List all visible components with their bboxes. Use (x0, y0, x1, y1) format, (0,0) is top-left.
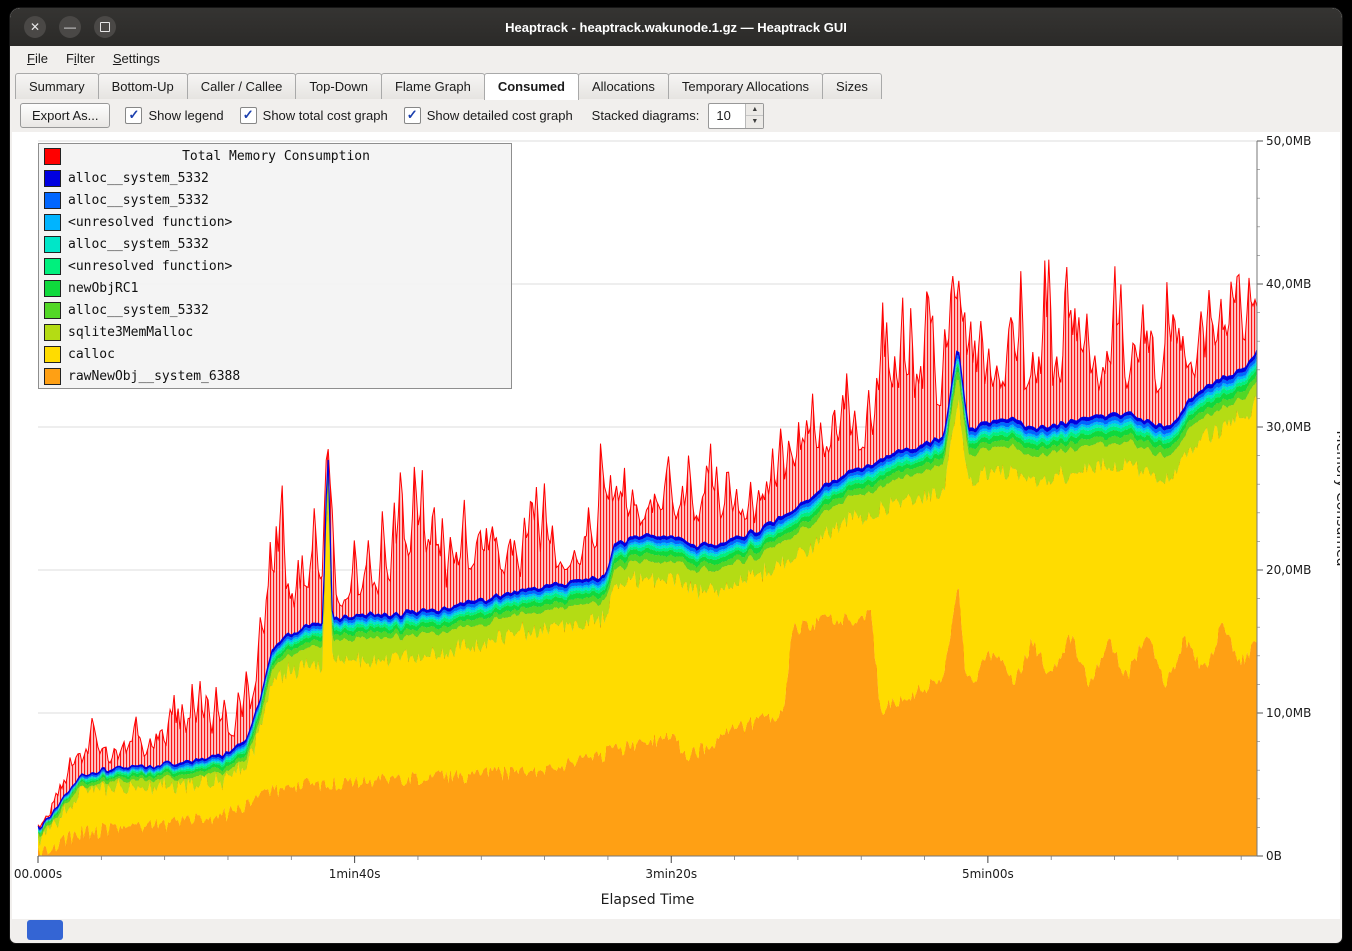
checkbox-indicator[interactable]: ✓ (404, 107, 421, 124)
legend-item: newObjRC1 (41, 277, 509, 299)
titlebar[interactable]: ✕ — Heaptrack - heaptrack.wakunode.1.gz … (10, 8, 1342, 46)
legend-item: rawNewObj__system_6388 (41, 365, 509, 387)
legend-swatch (44, 258, 61, 275)
window-title: Heaptrack - heaptrack.wakunode.1.gz — He… (10, 20, 1342, 35)
spinbox-value[interactable]: 10 (709, 104, 745, 128)
legend-item: alloc__system_5332 (41, 189, 509, 211)
spinbox-up-button[interactable]: ▲ (746, 104, 763, 117)
tab-allocations[interactable]: Allocations (578, 73, 669, 99)
x-tick-label: 5min00s (962, 867, 1014, 881)
legend-swatch (44, 346, 61, 363)
legend-total-swatch (44, 148, 61, 165)
minimize-icon: — (64, 20, 76, 34)
checkbox-label: Show total cost graph (263, 108, 388, 123)
close-button[interactable]: ✕ (24, 16, 46, 38)
minimize-button[interactable]: — (59, 16, 81, 38)
menubar: FileFilterSettings (12, 46, 1340, 71)
spinbox-buttons: ▲ ▼ (745, 104, 763, 128)
horizontal-scrollbar-handle[interactable] (27, 920, 63, 940)
y-tick-label: 20,0MB (1266, 563, 1311, 577)
app-window: ✕ — Heaptrack - heaptrack.wakunode.1.gz … (10, 8, 1342, 943)
legend-item: <unresolved function> (41, 211, 509, 233)
checkbox-group: ✓ Show legend ✓ Show total cost graph ✓ Show … (125, 107, 572, 124)
legend-title-row: Total Memory Consumption (41, 145, 509, 167)
tab-summary[interactable]: Summary (15, 73, 99, 99)
x-tick-label: 00.000s (14, 867, 62, 881)
menu-file[interactable]: File (18, 48, 57, 69)
legend-swatch (44, 170, 61, 187)
stacked-diagrams-spinbox[interactable]: 10 ▲ ▼ (708, 103, 764, 129)
legend-label: <unresolved function> (68, 259, 232, 274)
legend-swatch (44, 192, 61, 209)
legend-swatch (44, 236, 61, 253)
legend-label: rawNewObj__system_6388 (68, 369, 240, 384)
x-tick-label: 3min20s (645, 867, 697, 881)
menu-filter[interactable]: Filter (57, 48, 104, 69)
legend-label: newObjRC1 (68, 281, 138, 296)
legend-item: calloc (41, 343, 509, 365)
legend-swatch (44, 280, 61, 297)
legend-swatch (44, 368, 61, 385)
chart-legend: Total Memory Consumption alloc__system_5… (38, 143, 512, 389)
legend-label: sqlite3MemMalloc (68, 325, 193, 340)
close-icon: ✕ (30, 20, 40, 34)
tab-temporary-allocations[interactable]: Temporary Allocations (668, 73, 823, 99)
tab-flame-graph[interactable]: Flame Graph (381, 73, 485, 99)
legend-label: alloc__system_5332 (68, 237, 209, 252)
chart-panel[interactable]: 0B 10,0MB 20,0MB 30,0MB 40,0MB 50,0MB 00.000s 1… (12, 132, 1340, 919)
tab-sizes[interactable]: Sizes (822, 73, 882, 99)
legend-swatch (44, 302, 61, 319)
checkbox-label: Show detailed cost graph (427, 108, 573, 123)
legend-title: Total Memory Consumption (68, 149, 484, 164)
legend-label: alloc__system_5332 (68, 193, 209, 208)
menu-settings[interactable]: Settings (104, 48, 169, 69)
legend-label: alloc__system_5332 (68, 303, 209, 318)
legend-swatch (44, 214, 61, 231)
legend-label: calloc (68, 347, 115, 362)
checkbox-show-legend[interactable]: ✓ Show legend (125, 107, 223, 124)
checkbox-indicator[interactable]: ✓ (240, 107, 257, 124)
maximize-icon (100, 22, 110, 32)
checkbox-indicator[interactable]: ✓ (125, 107, 142, 124)
export-as-button[interactable]: Export As... (20, 103, 110, 128)
y-tick-label: 30,0MB (1266, 420, 1311, 434)
checkbox-show-detailed-cost-graph[interactable]: ✓ Show detailed cost graph (404, 107, 573, 124)
checkbox-label: Show legend (148, 108, 223, 123)
tab-bottom-up[interactable]: Bottom-Up (98, 73, 188, 99)
tab-bar: SummaryBottom-UpCaller / CalleeTop-DownF… (12, 71, 1340, 100)
legend-item: alloc__system_5332 (41, 233, 509, 255)
legend-item: alloc__system_5332 (41, 299, 509, 321)
legend-swatch (44, 324, 61, 341)
y-tick-label: 50,0MB (1266, 134, 1311, 148)
legend-label: alloc__system_5332 (68, 171, 209, 186)
y-axis-title: Memory Consumed (1333, 431, 1340, 567)
stacked-diagrams-label: Stacked diagrams: (592, 108, 700, 123)
y-tick-label: 40,0MB (1266, 277, 1311, 291)
checkbox-show-total-cost-graph[interactable]: ✓ Show total cost graph (240, 107, 388, 124)
y-tick-label: 0B (1266, 849, 1282, 863)
legend-label: <unresolved function> (68, 215, 232, 230)
legend-item: <unresolved function> (41, 255, 509, 277)
maximize-button[interactable] (94, 16, 116, 38)
spinbox-down-button[interactable]: ▼ (746, 116, 763, 128)
legend-item: sqlite3MemMalloc (41, 321, 509, 343)
legend-item: alloc__system_5332 (41, 167, 509, 189)
x-tick-label: 1min40s (329, 867, 381, 881)
x-axis-title: Elapsed Time (601, 892, 695, 908)
tab-caller-callee[interactable]: Caller / Callee (187, 73, 297, 99)
tab-top-down[interactable]: Top-Down (295, 73, 382, 99)
y-tick-label: 10,0MB (1266, 706, 1311, 720)
toolbar: Export As... ✓ Show legend ✓ Show total cos… (12, 99, 1340, 132)
tab-consumed[interactable]: Consumed (484, 73, 579, 100)
